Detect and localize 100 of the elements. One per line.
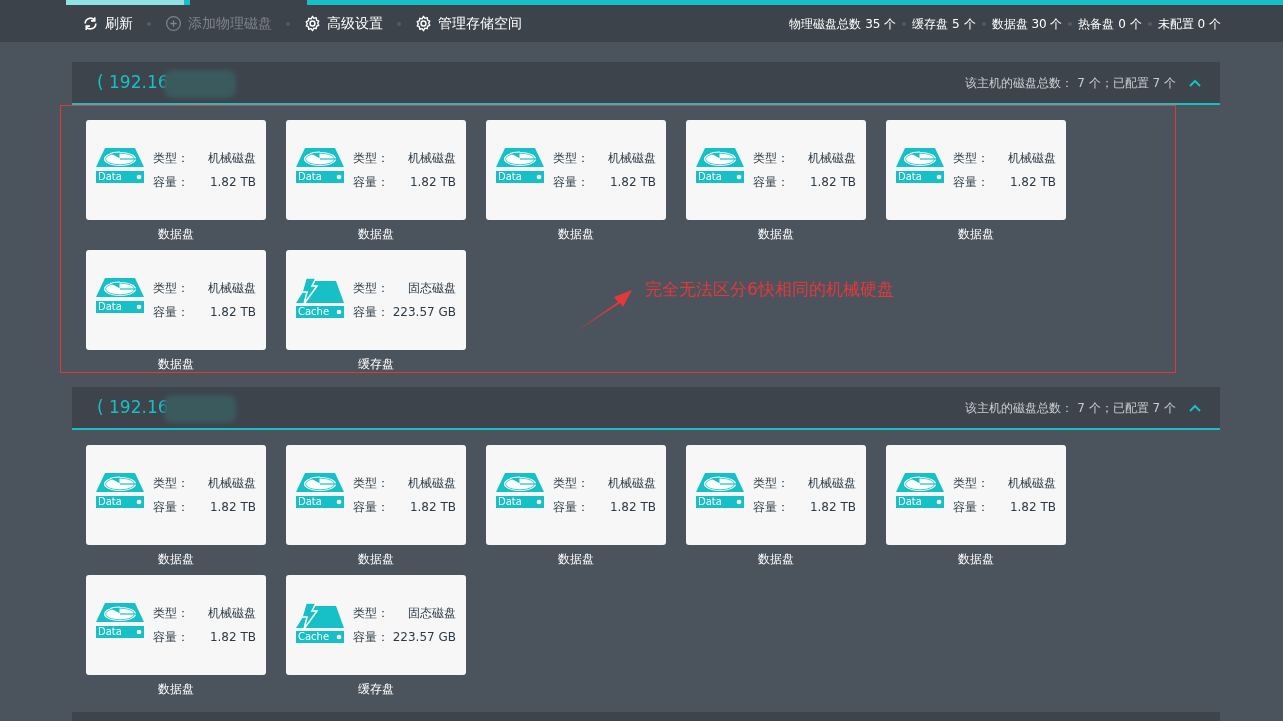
field-value: 固态磁盘 [408, 605, 456, 622]
field-label: 类型： [553, 475, 589, 492]
host-title: ( 192.16 [97, 395, 169, 419]
toolbar-button[interactable]: 管理存储空间 [415, 13, 522, 34]
toolbar-button[interactable]: 刷新 [82, 13, 133, 34]
field-label: 类型： [753, 150, 789, 167]
field-label: 类型： [353, 605, 389, 622]
field-value: 机械磁盘 [1008, 475, 1056, 492]
host-summary: 该主机的磁盘总数： 7 个；已配置 7 个 [965, 399, 1176, 417]
settings-icon [415, 15, 432, 32]
field-value: 1.82 TB [1009, 174, 1056, 191]
toolbar-button[interactable]: 高级设置 [304, 13, 383, 34]
field-value: 1.82 TB [609, 174, 656, 191]
field-value: 1.82 TB [209, 304, 256, 321]
field-label: 类型： [153, 605, 189, 622]
field-label: 类型： [953, 150, 989, 167]
stat-text: 数据盘 30 个 [991, 15, 1063, 33]
toolbar-button: 添加物理磁盘 [165, 13, 272, 34]
disk-role: 数据盘 [958, 226, 994, 243]
disk-role: 数据盘 [158, 681, 194, 698]
field-label: 容量： [953, 174, 989, 191]
disk-role: 数据盘 [358, 551, 394, 568]
field-label: 容量： [153, 304, 189, 321]
disk-role: 数据盘 [958, 551, 994, 568]
disk-card[interactable]: Data 类型： 机械磁盘 容量： 1.82 TB [86, 250, 266, 350]
stat-text: 未配置 0 个 [1157, 15, 1221, 33]
field-label: 类型： [953, 475, 989, 492]
disk-role: 数据盘 [158, 356, 194, 373]
chevron-up-icon [1189, 403, 1201, 412]
disk-card[interactable]: Data 类型： 机械磁盘 容量： 1.82 TB [86, 575, 266, 675]
disk-role: 数据盘 [758, 226, 794, 243]
disk-card[interactable]: Data 类型： 机械磁盘 容量： 1.82 TB [486, 445, 666, 545]
disk-card[interactable]: Data 类型： 机械磁盘 容量： 1.82 TB [486, 120, 666, 220]
field-value: 机械磁盘 [208, 475, 256, 492]
host-summary: 该主机的磁盘总数： 7 个；已配置 7 个 [965, 74, 1176, 92]
field-value: 机械磁盘 [808, 475, 856, 492]
annotation-text: 完全无法区分6快相同的机械硬盘 [645, 278, 894, 301]
disk-role: 数据盘 [758, 551, 794, 568]
field-label: 容量： [353, 629, 389, 646]
field-label: 容量： [753, 174, 789, 191]
field-label: 容量： [553, 174, 589, 191]
field-value: 1.82 TB [809, 499, 856, 516]
stat-text: 物理磁盘总数 35 个 [789, 15, 897, 33]
field-value: 1.82 TB [409, 174, 456, 191]
field-value: 1.82 TB [209, 629, 256, 646]
disk-card[interactable]: Cache 类型： 固态磁盘 容量： 223.57 GB [286, 575, 466, 675]
disk-card[interactable]: Data 类型： 机械磁盘 容量： 1.82 TB [86, 445, 266, 545]
field-value: 223.57 GB [392, 629, 456, 646]
field-value: 223.57 GB [392, 304, 456, 321]
disk-card[interactable]: Data 类型： 机械磁盘 容量： 1.82 TB [686, 445, 866, 545]
disk-role: 缓存盘 [358, 681, 394, 698]
field-value: 机械磁盘 [408, 475, 456, 492]
chevron-up-icon [1189, 78, 1201, 87]
field-value: 1.82 TB [809, 174, 856, 191]
disk-card[interactable]: Data 类型： 机械磁盘 容量： 1.82 TB [286, 445, 466, 545]
disk-card[interactable]: Data 类型： 机械磁盘 容量： 1.82 TB [886, 120, 1066, 220]
field-label: 类型： [553, 150, 589, 167]
field-label: 容量： [153, 499, 189, 516]
field-label: 类型： [753, 475, 789, 492]
field-value: 1.82 TB [209, 174, 256, 191]
field-value: 1.82 TB [209, 499, 256, 516]
field-value: 机械磁盘 [608, 475, 656, 492]
disk-card[interactable]: Data 类型： 机械磁盘 容量： 1.82 TB [886, 445, 1066, 545]
field-value: 机械磁盘 [408, 150, 456, 167]
field-value: 1.82 TB [609, 499, 656, 516]
field-label: 类型： [353, 475, 389, 492]
disk-role: 数据盘 [558, 551, 594, 568]
field-label: 类型： [353, 150, 389, 167]
field-value: 机械磁盘 [808, 150, 856, 167]
field-label: 容量： [353, 174, 389, 191]
stat-text: 缓存盘 5 个 [912, 15, 976, 33]
field-value: 1.82 TB [409, 499, 456, 516]
disk-role: 数据盘 [158, 551, 194, 568]
field-value: 机械磁盘 [1008, 150, 1056, 167]
field-value: 机械磁盘 [208, 280, 256, 297]
stat-text: 热备盘 0 个 [1078, 15, 1142, 33]
field-label: 类型： [153, 280, 189, 297]
field-value: 固态磁盘 [408, 280, 456, 297]
field-value: 1.82 TB [1009, 499, 1056, 516]
field-label: 类型： [153, 150, 189, 167]
disk-role: 数据盘 [158, 226, 194, 243]
field-label: 容量： [153, 629, 189, 646]
disk-card[interactable]: Data 类型： 机械磁盘 容量： 1.82 TB [86, 120, 266, 220]
field-label: 容量： [353, 304, 389, 321]
field-label: 容量： [753, 499, 789, 516]
disk-role: 数据盘 [358, 226, 394, 243]
disk-role: 数据盘 [558, 226, 594, 243]
field-label: 容量： [953, 499, 989, 516]
settings-icon [304, 15, 321, 32]
disk-role: 缓存盘 [358, 356, 394, 373]
field-label: 容量： [553, 499, 589, 516]
refresh-icon [82, 15, 99, 32]
host-title: ( 192.16 [97, 70, 169, 94]
field-label: 类型： [353, 280, 389, 297]
disk-card[interactable]: Data 类型： 机械磁盘 容量： 1.82 TB [286, 120, 466, 220]
disk-card[interactable]: Cache 类型： 固态磁盘 容量： 223.57 GB [286, 250, 466, 350]
add-icon [165, 15, 182, 32]
disk-card[interactable]: Data 类型： 机械磁盘 容量： 1.82 TB [686, 120, 866, 220]
field-value: 机械磁盘 [608, 150, 656, 167]
field-value: 机械磁盘 [208, 150, 256, 167]
